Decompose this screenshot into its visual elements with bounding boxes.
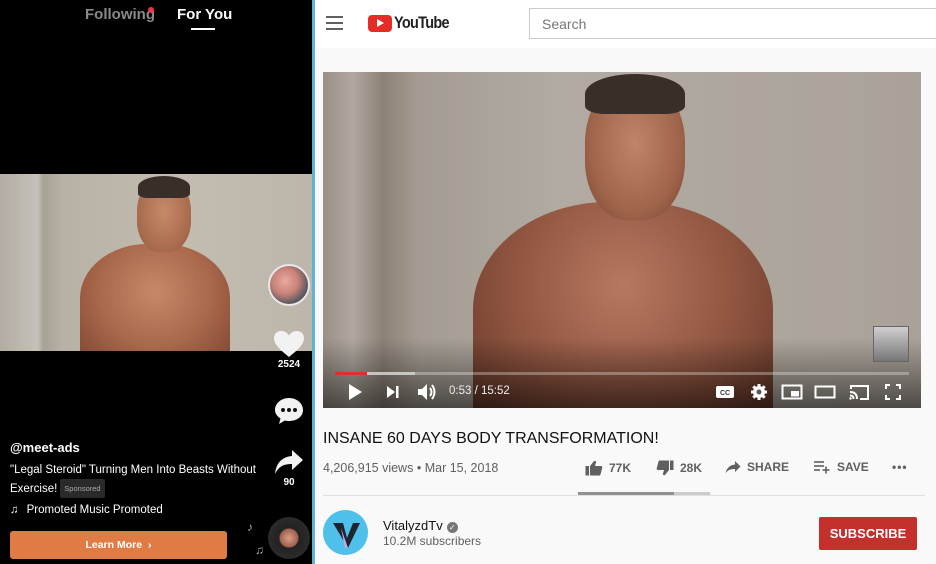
view-count: 4,206,915 views	[323, 461, 414, 475]
video-player[interactable]: 0:53 / 15:52 CC	[323, 72, 921, 408]
tab-following[interactable]: Following	[85, 6, 155, 23]
notification-dot	[148, 7, 154, 13]
channel-name[interactable]: VitalyzdTv ✓	[383, 518, 458, 533]
ad-info: @meet-ads "Legal Steroid" Turning Men In…	[10, 440, 260, 516]
verified-check-icon: ✓	[446, 522, 458, 533]
tiktok-panel: Following For You 2524 90 @meet-ads "Leg…	[0, 0, 312, 564]
ad-caption: "Legal Steroid" Turning Men Into Beasts …	[10, 462, 260, 498]
player-controls: 0:53 / 15:52 CC	[323, 380, 921, 408]
tiktok-video[interactable]	[0, 174, 312, 351]
thumbs-down-icon	[656, 460, 674, 476]
fullscreen-icon[interactable]	[884, 383, 902, 401]
comment-button[interactable]	[266, 397, 312, 425]
channel-logo-icon	[333, 523, 360, 548]
subscribe-button[interactable]: SUBSCRIBE	[819, 517, 917, 550]
floating-note-icon: ♫	[255, 543, 264, 557]
like-count: 77K	[609, 461, 632, 475]
channel-avatar[interactable]	[323, 510, 368, 555]
save-button[interactable]: SAVE	[813, 460, 869, 474]
cast-icon[interactable]	[848, 383, 870, 401]
like-button[interactable]: 77K	[585, 460, 631, 476]
theater-mode-icon[interactable]	[814, 383, 836, 401]
creator-handle[interactable]: @meet-ads	[10, 440, 260, 455]
heart-icon	[274, 331, 304, 357]
dislike-count: 28K	[680, 461, 703, 475]
floating-note-icon: ♪	[247, 520, 253, 534]
comment-icon	[275, 398, 303, 424]
settings-gear-icon[interactable]	[750, 383, 768, 401]
video-subject-body	[80, 244, 230, 351]
like-button[interactable]: 2524	[266, 330, 312, 370]
hamburger-menu-icon[interactable]	[326, 16, 343, 30]
svg-text:CC: CC	[720, 390, 730, 397]
publish-date: Mar 15, 2018	[424, 461, 499, 475]
divider	[323, 495, 925, 496]
youtube-logo-text: YouTube	[394, 13, 450, 32]
tab-for-you[interactable]: For You	[177, 6, 232, 23]
next-icon[interactable]	[385, 383, 401, 401]
sponsored-badge: Sponsored	[60, 479, 105, 498]
video-subject-hair	[138, 176, 190, 198]
video-title: INSANE 60 DAYS BODY TRANSFORMATION!	[323, 430, 659, 447]
more-actions-button[interactable]: •••	[892, 460, 908, 474]
more-dots-icon: •••	[892, 460, 908, 474]
search-input[interactable]	[529, 8, 936, 39]
playlist-add-icon	[814, 461, 830, 474]
learn-more-label: Learn More	[85, 539, 143, 551]
share-count: 90	[283, 477, 295, 488]
video-subject-hair	[585, 74, 685, 114]
subscriber-count: 10.2M subscribers	[383, 534, 482, 548]
music-title: Promoted Music Promoted	[26, 504, 163, 516]
caption-text: "Legal Steroid" Turning Men Into Beasts …	[10, 464, 256, 495]
like-count: 2524	[277, 359, 301, 370]
volume-icon[interactable]	[417, 383, 439, 401]
youtube-play-logo-icon	[368, 14, 392, 32]
meta-separator: •	[416, 461, 422, 475]
youtube-logo[interactable]: YouTube	[368, 13, 459, 33]
end-card-thumbnail[interactable]	[873, 326, 909, 362]
play-icon[interactable]	[347, 383, 363, 401]
youtube-panel: YouTube 0:53 / 15:52 CC INSANE 60 DAYS B…	[315, 0, 936, 564]
share-button[interactable]: 90	[266, 448, 312, 488]
save-label: SAVE	[837, 460, 869, 474]
channel-name-text: VitalyzdTv	[383, 518, 443, 533]
captions-icon[interactable]: CC	[715, 383, 735, 401]
chevron-right-icon: ›	[148, 539, 152, 551]
miniplayer-icon[interactable]	[781, 383, 803, 401]
share-arrow-icon	[275, 450, 303, 474]
creator-avatar[interactable]	[268, 264, 310, 306]
learn-more-button[interactable]: Learn More ›	[10, 531, 227, 559]
played-bar	[335, 372, 368, 375]
music-disc[interactable]	[268, 517, 310, 559]
youtube-header: YouTube	[315, 0, 936, 48]
video-meta: 4,206,915 views • Mar 15, 2018	[323, 461, 498, 475]
music-note-icon: ♫	[10, 504, 19, 516]
dislike-button[interactable]: 28K	[656, 460, 702, 476]
share-arrow-icon	[725, 461, 741, 474]
tiktok-feed-tabs: Following For You	[0, 4, 312, 34]
time-display: 0:53 / 15:52	[449, 385, 510, 397]
share-label: SHARE	[747, 460, 790, 474]
thumbs-up-icon	[585, 460, 603, 476]
active-tab-indicator	[191, 28, 215, 30]
music-ticker[interactable]: ♫ Promoted Music Promoted	[10, 504, 180, 516]
share-button[interactable]: SHARE	[725, 460, 789, 474]
progress-bar[interactable]	[335, 372, 909, 375]
